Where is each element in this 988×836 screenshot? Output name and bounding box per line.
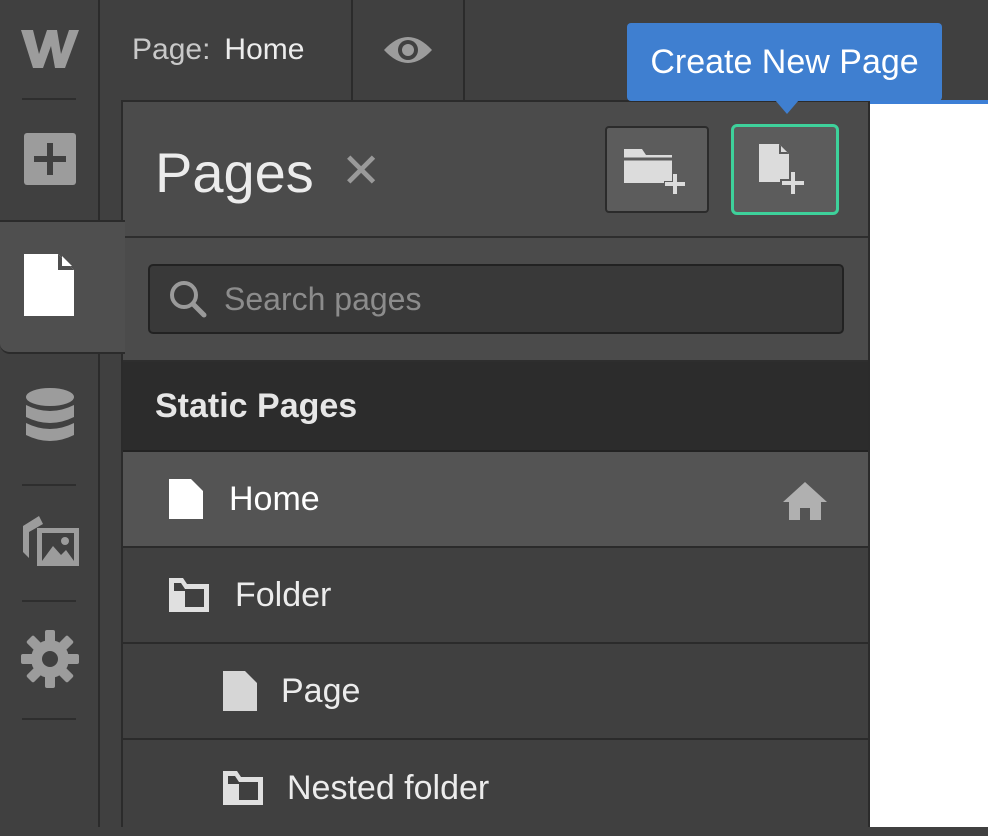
close-icon[interactable]: ✕	[341, 148, 381, 196]
pages-rail-button[interactable]	[0, 220, 125, 354]
cms-database-icon	[26, 388, 74, 441]
search-box[interactable]	[148, 264, 844, 334]
cms-button[interactable]	[0, 386, 100, 448]
search-area	[123, 238, 868, 362]
folder-row[interactable]: Folder	[123, 548, 868, 644]
page-breadcrumb[interactable]: Page: Home	[100, 0, 353, 100]
page-row-label: Folder	[235, 575, 332, 614]
page-row-label: Nested folder	[287, 768, 490, 807]
webflow-logo[interactable]	[0, 18, 100, 80]
page-row-label: Page	[281, 671, 361, 710]
folder-icon	[223, 771, 263, 805]
search-icon	[170, 281, 207, 318]
preview-button[interactable]	[353, 0, 465, 100]
webflow-logo-icon	[21, 30, 79, 68]
assets-button[interactable]	[0, 510, 100, 572]
assets-icon	[23, 516, 79, 566]
page-row-home[interactable]: Home	[123, 452, 868, 548]
create-page-button[interactable]	[731, 124, 839, 215]
page-row[interactable]: Page	[123, 644, 868, 740]
folder-icon	[169, 578, 209, 612]
page-row-label: Home	[229, 479, 320, 518]
panel-header: Pages ✕	[123, 102, 868, 238]
section-header-static-pages: Static Pages	[123, 362, 868, 452]
panel-title: Pages	[155, 141, 314, 204]
rail-divider	[22, 484, 76, 486]
home-icon	[783, 482, 827, 520]
design-canvas[interactable]	[870, 104, 988, 827]
add-icon	[24, 133, 76, 185]
rail-divider	[22, 98, 76, 100]
pages-icon	[24, 254, 74, 316]
create-folder-button[interactable]	[605, 126, 709, 213]
left-rail	[0, 0, 100, 827]
search-input[interactable]	[222, 279, 826, 319]
rail-divider	[22, 718, 76, 720]
settings-button[interactable]	[0, 628, 100, 690]
create-page-tooltip: Create New Page	[627, 23, 942, 101]
pages-panel: Pages ✕ Search pages Static Pages Home F…	[121, 100, 870, 836]
tooltip-arrow	[775, 100, 799, 114]
eye-icon	[384, 37, 432, 63]
page-label: Page:	[132, 33, 211, 66]
current-page-name: Home	[224, 33, 305, 66]
settings-gear-icon	[21, 630, 79, 688]
page-add-icon	[759, 143, 806, 196]
nested-folder-row[interactable]: Nested folder	[123, 740, 868, 836]
folder-add-icon	[624, 148, 686, 195]
page-icon	[169, 479, 203, 519]
rail-divider	[22, 600, 76, 602]
page-icon	[223, 671, 257, 711]
add-panel-button[interactable]	[0, 128, 100, 190]
